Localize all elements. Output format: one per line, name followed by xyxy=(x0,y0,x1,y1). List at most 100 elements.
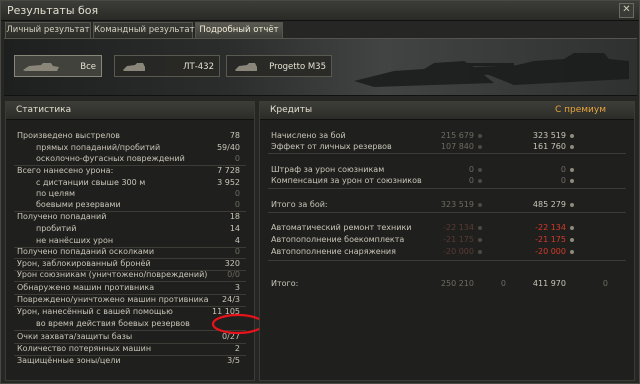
stat-label: Урон, нанесённый с вашей помощью xyxy=(17,307,173,316)
credit-label: Эффект от личных резервов xyxy=(271,142,392,151)
stat-row: Получено попаданий 18 xyxy=(6,211,254,223)
stat-row: боевыми резервами 0 xyxy=(6,199,254,211)
window-title: Результаты боя xyxy=(7,4,99,17)
tab-detailed[interactable]: Подробный отчёт xyxy=(195,22,283,38)
stat-value: 7 728 xyxy=(217,166,240,175)
tank-icon xyxy=(23,63,59,71)
credit-icon xyxy=(570,179,574,183)
credit-icon xyxy=(570,238,574,242)
credit-total-row: Итого: 250 210 0 411 970 0 xyxy=(260,278,634,290)
tab-team[interactable]: Командный результат xyxy=(93,22,195,38)
credit-row: Автопополнение снаряжения -20 000 -20 000 xyxy=(260,246,634,258)
stat-label: Всего нанесено урона: xyxy=(17,166,114,175)
credit-base-value: -20 000 xyxy=(443,247,474,256)
credit-icon xyxy=(478,134,482,138)
credits-title: Кредиты xyxy=(270,105,313,115)
credit-icon xyxy=(570,134,574,138)
stat-row: Произведено выстрелов 78 xyxy=(6,130,254,142)
stat-value: 18 xyxy=(229,212,240,221)
credit-icon xyxy=(478,168,482,172)
stat-row: Получено попаданий осколками 0 xyxy=(6,246,254,258)
highlight-ring xyxy=(211,313,265,335)
credit-icon xyxy=(570,226,574,230)
credit-row: Автопополнение боекомплекта -21 175 -21 17… xyxy=(260,234,634,246)
credits-header: Кредиты С премиум xyxy=(260,102,634,120)
credit-base-value: 107 840 xyxy=(440,142,474,151)
credit-icon xyxy=(478,250,482,254)
premium-label: С премиум xyxy=(554,105,606,115)
stat-value: 0 xyxy=(234,154,240,163)
stat-label: Повреждено/уничтожено машин противника xyxy=(17,295,209,304)
stat-value: 24/3 xyxy=(222,295,240,304)
stat-value: 2 xyxy=(234,344,240,353)
credits-panel: Кредиты С премиум Начислено за бой 215 67… xyxy=(259,101,635,381)
credit-label: Автопополнение боекомплекта xyxy=(271,235,405,244)
stat-value: 14 xyxy=(229,224,240,233)
statistics-header: Статистика xyxy=(6,102,254,120)
vehicle-lt432[interactable]: ЛТ-432 xyxy=(114,55,220,77)
tank-silhouettes xyxy=(354,53,629,87)
credit-row: Компенсация за урон от союзников 0 0 xyxy=(260,175,634,187)
stat-label: Произведено выстрелов xyxy=(17,131,121,140)
statistics-title: Статистика xyxy=(16,105,72,115)
vehicle-progetto-m35[interactable]: Progetto M35 xyxy=(226,55,332,77)
stat-value: 0 xyxy=(234,200,240,209)
vehicle-label: Progetto M35 xyxy=(269,62,326,72)
credit-icon xyxy=(570,168,574,172)
stat-row: Всего нанесено урона: 7 728 xyxy=(6,165,254,177)
credit-label: Автопополнение снаряжения xyxy=(271,247,396,256)
credit-premium-value: -20 000 xyxy=(535,247,566,256)
credit-premium-value: 0 xyxy=(560,176,566,185)
xp-total-premium: 0 xyxy=(602,279,608,288)
credit-icon xyxy=(478,145,482,149)
stat-row: пробитий 14 xyxy=(6,223,254,235)
xp-total-base: 0 xyxy=(500,279,506,288)
close-icon[interactable]: ✕ xyxy=(619,3,634,18)
credit-premium-value: 161 760 xyxy=(532,142,566,151)
row-divider xyxy=(268,212,626,213)
credit-row: Эффект от личных резервов 107 840 161 760 xyxy=(260,141,634,153)
credit-base-value: 0 xyxy=(468,176,474,185)
stat-label: пробитий xyxy=(36,224,77,233)
vehicle-label: Все xyxy=(80,62,96,72)
stat-label: Обнаружено машин противника xyxy=(17,283,155,292)
credit-premium-value: -21 175 xyxy=(535,235,566,244)
stat-value: 0 xyxy=(234,247,240,256)
credit-icon xyxy=(478,226,482,230)
stat-row: осколочно-фугасных повреждений 0 xyxy=(6,153,254,165)
credit-total-label: Итого: xyxy=(271,279,299,288)
stat-label: Защищённые зоны/цели xyxy=(17,356,121,365)
stat-label: боевыми резервами xyxy=(36,200,121,209)
stat-label: Урон союзникам (уничтожено/повреждений) xyxy=(17,270,208,279)
credit-icon xyxy=(570,203,574,207)
stat-row: Количество потерянных машин 2 xyxy=(6,343,254,355)
credit-row: Итого за бой: 323 519 485 279 xyxy=(260,199,634,211)
stat-label: осколочно-фугасных повреждений xyxy=(36,154,185,163)
row-divider xyxy=(268,188,626,189)
credit-icon xyxy=(570,250,574,254)
credit-icon xyxy=(478,179,482,183)
credit-label: Компенсация за урон от союзников xyxy=(271,176,422,185)
credit-label: Итого за бой: xyxy=(271,200,328,209)
credit-row: Автоматический ремонт техники -22 134 -22 … xyxy=(260,222,634,234)
credit-total-base: 250 210 xyxy=(440,279,474,288)
stat-label: во время действия боевых резервов xyxy=(36,319,190,328)
vehicle-banner: Все ЛТ-432 Progetto M35 xyxy=(4,38,637,96)
stat-value: 78 xyxy=(229,131,240,140)
stat-label: Получено попаданий xyxy=(17,212,107,221)
title-bar[interactable]: Результаты боя ✕ xyxy=(1,1,639,21)
stat-label: Количество потерянных машин xyxy=(17,344,152,353)
statistics-panel: Статистика Произведено выстрелов 78 прямых… xyxy=(5,101,265,381)
vehicle-label: ЛТ-432 xyxy=(183,62,214,72)
stat-label: Очки захвата/защиты базы xyxy=(17,332,133,341)
stat-row: Обнаружено машин противника 3 xyxy=(6,282,254,294)
stat-row: Урон союзникам (уничтожено/повреждений) 0… xyxy=(6,269,254,281)
battle-results-window: Результаты боя ✕ Личный результат Команд… xyxy=(0,0,640,384)
credit-premium-value: -22 134 xyxy=(535,223,566,232)
credit-label: Автоматический ремонт техники xyxy=(271,223,412,232)
tab-personal[interactable]: Личный результат xyxy=(5,22,91,38)
tank-icon xyxy=(235,63,257,71)
credit-base-value: 323 519 xyxy=(440,200,474,209)
vehicle-all[interactable]: Все xyxy=(14,55,102,77)
row-divider xyxy=(268,153,626,154)
